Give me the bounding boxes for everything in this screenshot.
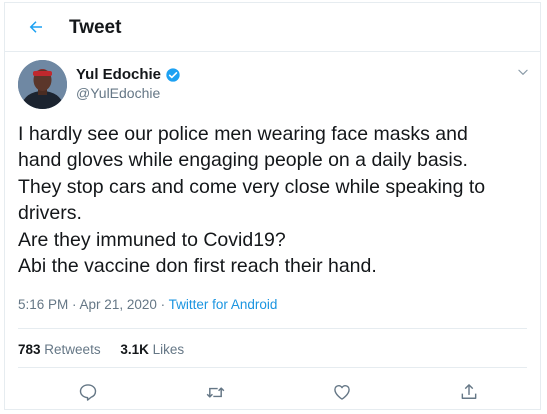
tweet-line: They stop cars and come very close while…	[18, 175, 486, 198]
like-button[interactable]	[329, 379, 355, 405]
tweet-time[interactable]: 5:16 PM	[18, 297, 68, 312]
meta-separator: ·	[68, 297, 80, 312]
like-icon	[334, 384, 350, 400]
chevron-down-icon[interactable]	[516, 65, 530, 79]
action-bar	[5, 379, 540, 405]
retweets-stat[interactable]: 783 Retweets	[18, 342, 101, 357]
avatar-photo	[18, 60, 67, 109]
tweet-stats: 783 Retweets 3.1K Likes	[18, 342, 200, 357]
back-arrow-icon	[29, 21, 42, 33]
likes-count: 3.1K	[120, 342, 149, 357]
tweet-line: hand gloves while engaging people on a d…	[18, 149, 468, 172]
divider	[18, 367, 527, 368]
tweet-source-link[interactable]: Twitter for Android	[169, 297, 278, 312]
avatar[interactable]	[18, 60, 67, 109]
tweet-card: Tweet Yul Edochie @YulEdochie I hardly s…	[4, 2, 541, 410]
tweet-text: I hardly see our police men wearing face…	[18, 121, 533, 279]
tweet-line: I hardly see our police men wearing face…	[18, 123, 468, 145]
tweet-line: Are they immuned to Covid19?	[18, 228, 286, 251]
share-button[interactable]	[456, 379, 482, 405]
tweet-line: Abi the vaccine don first reach their ha…	[18, 254, 377, 277]
retweets-count: 783	[18, 342, 41, 357]
author-name-row[interactable]: Yul Edochie	[76, 66, 181, 83]
meta-separator: ·	[156, 297, 169, 312]
author-name[interactable]: Yul Edochie	[76, 66, 161, 83]
tweet-date[interactable]: Apr 21, 2020	[80, 297, 157, 312]
likes-label: Likes	[152, 342, 185, 357]
tweet-meta: 5:16 PM · Apr 21, 2020 · Twitter for And…	[18, 297, 277, 312]
back-button[interactable]	[23, 14, 49, 40]
header-bar: Tweet	[5, 3, 540, 52]
likes-stat[interactable]: 3.1K Likes	[120, 342, 184, 357]
verified-badge-icon	[166, 67, 180, 82]
retweet-icon	[206, 386, 224, 398]
author-handle[interactable]: @YulEdochie	[76, 85, 160, 101]
reply-icon	[79, 384, 97, 401]
retweet-button[interactable]	[202, 379, 228, 405]
share-icon	[461, 384, 477, 399]
tweet-line: drivers.	[18, 202, 82, 225]
divider	[18, 328, 527, 329]
page-title: Tweet	[69, 17, 122, 38]
reply-button[interactable]	[75, 379, 101, 405]
retweets-label: Retweets	[44, 342, 101, 357]
